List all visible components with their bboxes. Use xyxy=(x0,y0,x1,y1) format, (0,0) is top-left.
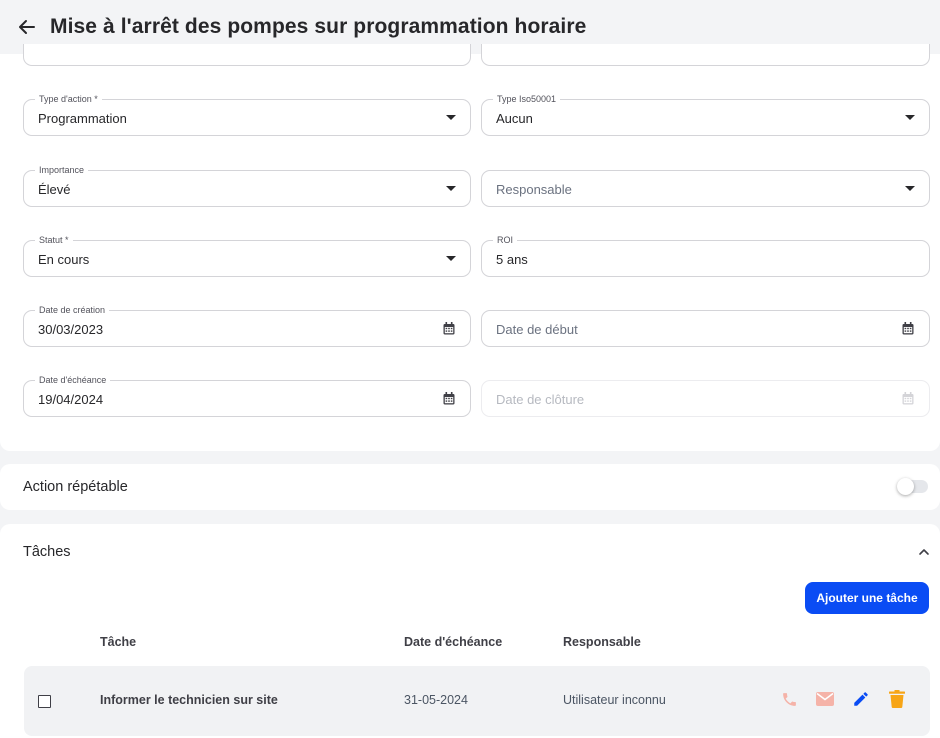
type-iso-value: Aucun xyxy=(496,110,533,126)
caret-down-icon xyxy=(905,186,915,191)
responsable-placeholder: Responsable xyxy=(496,181,572,197)
phone-icon[interactable] xyxy=(778,688,800,710)
repeatable-toggle[interactable] xyxy=(897,478,928,495)
date-debut-placeholder: Date de début xyxy=(496,321,578,337)
date-cloture-input: Date de clôture xyxy=(481,380,930,417)
importance-label: Importance xyxy=(35,164,89,176)
roi-input[interactable]: ROI 5 ans xyxy=(481,234,930,277)
action-form-card: Type d'action * Programmation Type Iso50… xyxy=(0,44,940,451)
caret-down-icon xyxy=(446,115,456,120)
task-name: Informer le technicien sur site xyxy=(100,693,278,707)
statut-label: Statut * xyxy=(35,234,73,246)
type-iso-select[interactable]: Type Iso50001 Aucun xyxy=(481,93,930,136)
calendar-icon xyxy=(902,392,914,410)
task-checkbox[interactable] xyxy=(38,695,51,708)
back-arrow-icon[interactable] xyxy=(16,16,38,38)
type-action-select[interactable]: Type d'action * Programmation xyxy=(23,93,471,136)
tasks-title: Tâches xyxy=(23,544,71,560)
column-header-task: Tâche xyxy=(100,635,137,649)
task-owner: Utilisateur inconnu xyxy=(563,693,666,707)
add-task-button[interactable]: Ajouter une tâche xyxy=(805,582,929,614)
task-due-date: 31-05-2024 xyxy=(404,693,468,707)
caret-down-icon xyxy=(446,186,456,191)
responsable-select[interactable]: Responsable xyxy=(481,170,930,207)
mail-icon[interactable] xyxy=(814,688,836,710)
roi-label: ROI xyxy=(493,234,518,246)
repeatable-action-card: Action répétable xyxy=(0,464,940,510)
calendar-icon[interactable] xyxy=(443,322,455,340)
importance-value: Élevé xyxy=(38,181,71,197)
column-header-owner: Responsable xyxy=(563,635,641,649)
date-echeance-label: Date d'échéance xyxy=(35,374,111,386)
caret-down-icon xyxy=(905,115,915,120)
calendar-icon[interactable] xyxy=(902,322,914,340)
calendar-icon[interactable] xyxy=(443,392,455,410)
table-row[interactable]: Informer le technicien sur site 31-05-20… xyxy=(24,666,930,736)
trash-icon[interactable] xyxy=(886,688,908,710)
date-echeance-value: 19/04/2024 xyxy=(38,391,104,407)
date-echeance-input[interactable]: Date d'échéance 19/04/2024 xyxy=(23,374,471,417)
date-creation-value: 30/03/2023 xyxy=(38,321,104,337)
column-header-due-date: Date d'échéance xyxy=(404,635,503,649)
date-creation-label: Date de création xyxy=(35,304,110,316)
date-cloture-placeholder: Date de clôture xyxy=(496,391,585,407)
importance-select[interactable]: Importance Élevé xyxy=(23,164,471,207)
statut-value: En cours xyxy=(38,251,90,267)
date-creation-input[interactable]: Date de création 30/03/2023 xyxy=(23,304,471,347)
toggle-knob xyxy=(897,478,914,495)
date-debut-input[interactable]: Date de début xyxy=(481,310,930,347)
roi-value: 5 ans xyxy=(496,251,528,267)
tasks-card: Tâches Ajouter une tâche Tâche Date d'éc… xyxy=(0,524,940,738)
pencil-icon[interactable] xyxy=(850,688,872,710)
chevron-up-icon[interactable] xyxy=(916,544,932,560)
type-iso-label: Type Iso50001 xyxy=(493,93,561,105)
type-action-value: Programmation xyxy=(38,110,127,126)
statut-select[interactable]: Statut * En cours xyxy=(23,234,471,277)
page-title: Mise à l'arrêt des pompes sur programmat… xyxy=(50,15,587,38)
repeatable-label: Action répétable xyxy=(23,479,128,495)
partial-field-left[interactable] xyxy=(23,44,471,66)
partial-field-right[interactable] xyxy=(481,44,930,66)
type-action-label: Type d'action * xyxy=(35,93,102,105)
caret-down-icon xyxy=(446,256,456,261)
